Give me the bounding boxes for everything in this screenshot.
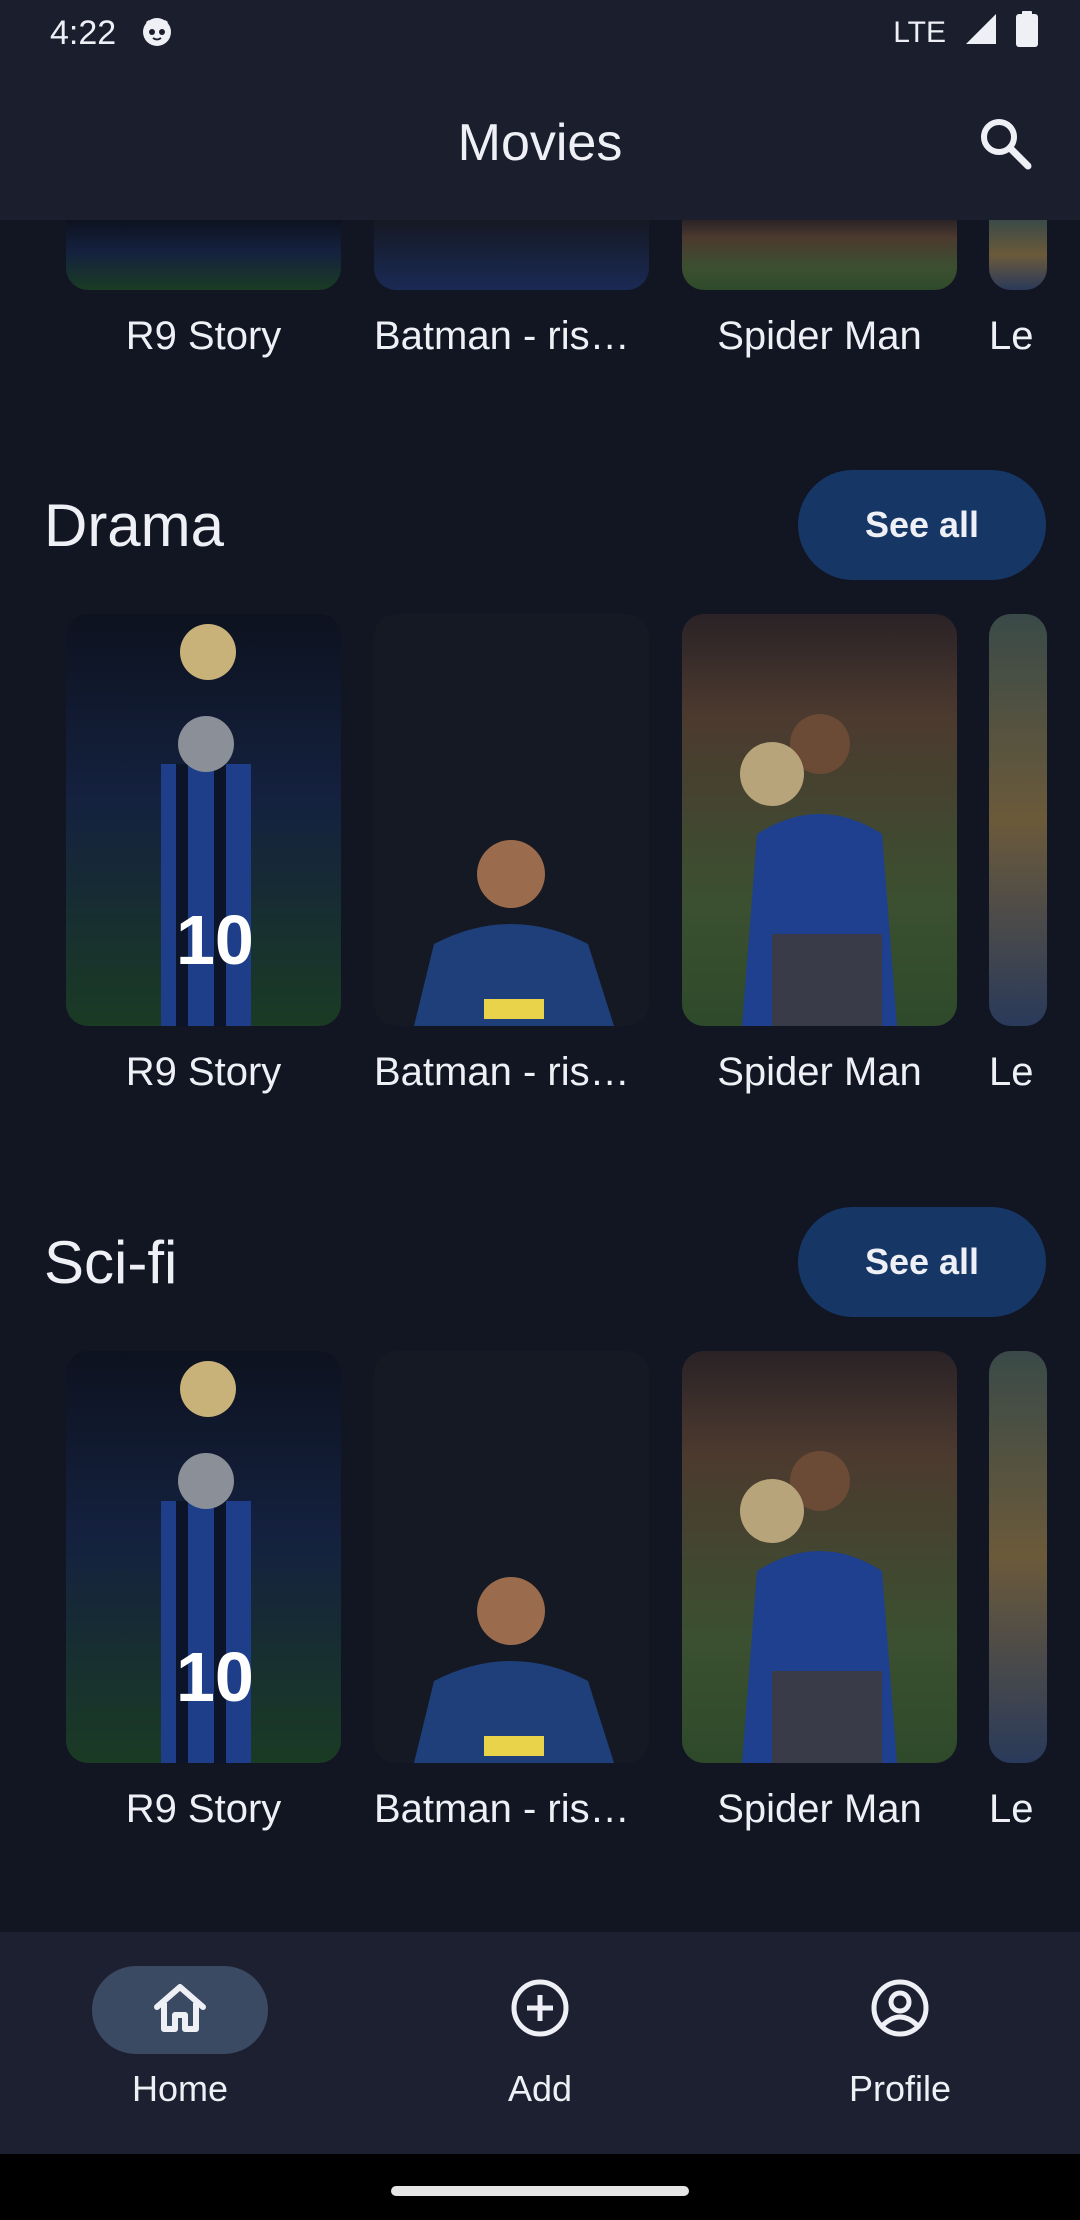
system-gesture-area [0,2154,1080,2220]
network-type: LTE [893,16,946,49]
battery-icon [1016,11,1038,55]
movie-card[interactable]: 10 R9 Story [66,614,341,1095]
search-icon [977,115,1033,176]
movie-card[interactable]: Spider Man [682,1351,957,1832]
movie-card[interactable]: Batman - rise of the Joker [374,614,649,1095]
movie-title: R9 Story [125,1787,282,1831]
movie-card[interactable]: Spider Man [682,220,957,359]
see-all-button[interactable]: See all [798,1207,1046,1317]
section-title: Drama [44,491,225,559]
movie-poster: 10 [66,1351,341,1763]
nav-profile[interactable]: Profile [750,1932,1050,2154]
movie-title: Batman - rise of the Joker [374,1787,649,1831]
section-header: Sci-fi See all [44,1207,1046,1317]
nav-label-add: Add [507,2068,573,2109]
page-title: Movies [457,114,623,172]
movie-card[interactable]: R9 Story [66,220,341,359]
add-circle-icon [509,1977,571,2044]
movie-title: Batman - rise of the Joker [374,1050,649,1094]
signal-icon [964,12,998,54]
movie-poster [682,614,957,1026]
movie-poster [682,1351,957,1763]
movie-poster [989,220,1047,290]
nav-label-home: Home [131,2068,229,2109]
movie-title: Le [989,1050,1034,1094]
movie-title: Le [989,1787,1034,1831]
profile-icon [869,1977,931,2044]
movie-card[interactable]: 10 R9 Story [66,1351,341,1832]
nav-icon-container [452,1966,628,2054]
movie-card[interactable]: Le [989,1351,1047,1832]
movie-card[interactable]: Spider Man [682,614,957,1095]
movie-list[interactable]: R9 Story Batman - rise of the Joker Spid… [0,220,1080,1932]
movie-title: R9 Story [125,1050,282,1094]
movie-title: Le [989,314,1034,358]
movie-poster [66,220,341,290]
movie-row[interactable]: 10 R9 Story Batman - rise of the Joker [0,1351,1080,1851]
search-button[interactable] [972,112,1038,178]
movie-title: Spider Man [717,314,922,358]
status-bar: 4:22 LTE [0,0,1080,66]
app-bar: Movies [0,66,1080,220]
movie-poster [682,220,957,290]
svg-text:10: 10 [176,1638,254,1716]
movie-poster [374,220,649,290]
section-header: Drama See all [44,470,1046,580]
movie-card[interactable]: Le [989,220,1047,359]
movie-card[interactable]: Le [989,614,1047,1095]
movie-title: R9 Story [125,314,282,358]
movie-poster [989,1351,1047,1763]
movie-poster [374,614,649,1026]
nav-icon-container [812,1966,988,2054]
movie-poster [374,1351,649,1763]
movie-card[interactable]: Batman - rise of the Joker [374,1351,649,1832]
section-title: Sci-fi [44,1228,178,1296]
movie-title: Batman - rise of the Joker [374,314,649,358]
movie-title: Spider Man [717,1050,922,1094]
nav-active-indicator [92,1966,268,2054]
gesture-handle[interactable] [391,2186,689,2196]
movie-row[interactable]: 10 R9 Story Batman - rise of the Joker [0,614,1080,1114]
movie-card[interactable]: Batman - rise of the Joker [374,220,649,359]
status-time: 4:22 [50,13,117,52]
bottom-navigation: Home Add Profile [0,1932,1080,2154]
nav-label-profile: Profile [848,2068,952,2109]
movie-title: Spider Man [717,1787,922,1831]
svg-text:10: 10 [176,901,254,979]
nav-add[interactable]: Add [390,1932,690,2154]
cat-app-icon [140,14,174,53]
movie-poster: 10 [66,614,341,1026]
see-all-button[interactable]: See all [798,470,1046,580]
home-icon [151,1979,209,2042]
nav-home[interactable]: Home [30,1932,330,2154]
movie-poster [989,614,1047,1026]
